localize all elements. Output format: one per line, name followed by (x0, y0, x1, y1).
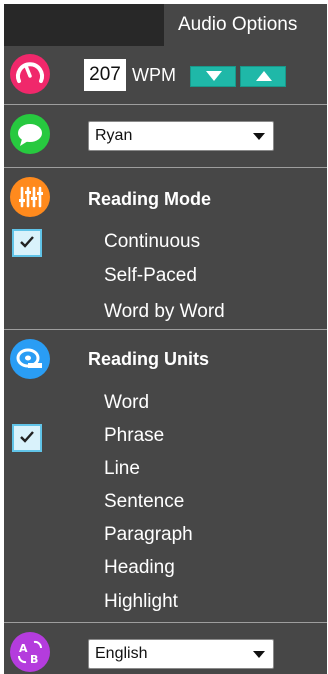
divider (4, 329, 327, 330)
reading-mode-option[interactable]: Word by Word (104, 300, 225, 324)
speech-bubble-icon (10, 114, 50, 154)
translate-icon: A B (10, 632, 50, 672)
reading-units-option[interactable]: Highlight (104, 590, 178, 614)
voice-select[interactable]: Ryan (88, 121, 274, 151)
divider (4, 622, 327, 623)
language-select[interactable]: English (88, 639, 274, 669)
reading-units-option[interactable]: Sentence (104, 490, 184, 514)
divider (4, 104, 327, 105)
reading-units-option[interactable]: Line (104, 457, 140, 481)
divider (4, 167, 327, 168)
arrow-down-icon (206, 71, 222, 81)
tab-bar: Audio Options (4, 4, 327, 46)
language-select-value: English (95, 645, 148, 662)
sliders-icon (10, 177, 50, 217)
wpm-label: WPM (132, 65, 176, 85)
voice-select-value: Ryan (95, 127, 133, 144)
checkmark-icon (20, 236, 34, 248)
arrow-up-icon (256, 71, 272, 81)
reading-mode-option[interactable]: Self-Paced (104, 264, 197, 288)
reading-mode-checkbox-continuous[interactable] (12, 229, 42, 257)
speedometer-icon (10, 54, 50, 94)
reading-units-title: Reading Units (88, 349, 210, 369)
tab-audio-options[interactable]: Audio Options (164, 4, 327, 46)
reading-units-option[interactable]: Phrase (104, 424, 164, 448)
chevron-down-icon (253, 651, 265, 658)
speed-decrease-button[interactable] (190, 66, 236, 87)
checkmark-icon (20, 431, 34, 443)
svg-text:B: B (30, 653, 38, 666)
svg-text:A: A (19, 642, 28, 655)
reading-units-checkbox-phrase[interactable] (12, 424, 42, 452)
chevron-down-icon (253, 133, 265, 140)
reading-mode-title: Reading Mode (88, 189, 212, 209)
tab-inactive[interactable] (4, 4, 164, 46)
reading-units-option[interactable]: Word (104, 391, 149, 415)
wpm-input[interactable]: 207 (84, 59, 126, 91)
reading-mode-option[interactable]: Continuous (104, 230, 200, 254)
speed-increase-button[interactable] (240, 66, 286, 87)
audio-options-panel: Audio Options 207 WPM Ryan Reading Mode … (4, 4, 327, 674)
reading-units-option[interactable]: Paragraph (104, 523, 193, 547)
tape-measure-icon (10, 339, 50, 379)
reading-units-option[interactable]: Heading (104, 556, 175, 580)
